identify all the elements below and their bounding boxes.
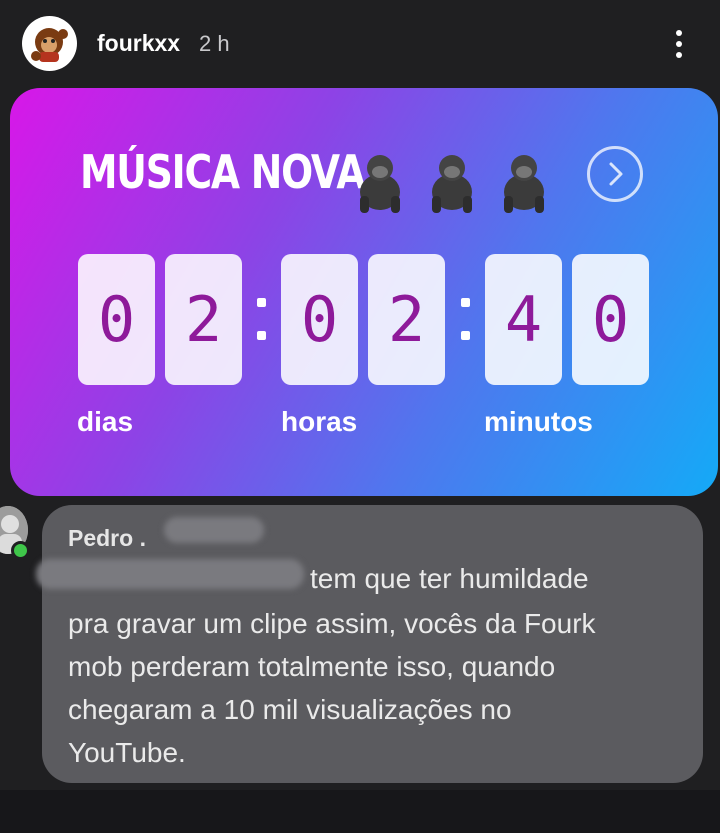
comment-text-line: tem que ter humildade <box>310 563 589 594</box>
colon-separator <box>461 298 471 344</box>
comment-text-line: chegaram a 10 mil visualizações no <box>68 694 512 725</box>
gorilla-emoji-icon <box>504 155 544 213</box>
comment-text-line: YouTube. <box>68 737 186 768</box>
profile-avatar[interactable] <box>22 16 77 71</box>
comment-author: Pedro . <box>68 525 146 551</box>
redacted-blur <box>36 559 304 589</box>
story-header: fourkxx 2 h <box>0 0 720 88</box>
countdown-digit: 4 <box>485 254 562 385</box>
chevron-right-icon[interactable] <box>587 146 643 202</box>
online-status-dot <box>11 541 30 560</box>
more-options-icon[interactable] <box>664 26 694 62</box>
redacted-blur <box>164 517 264 543</box>
comment-bubble[interactable]: Pedro . tem que ter humildade pra gravar… <box>36 505 703 783</box>
countdown-digit: 2 <box>368 254 445 385</box>
username[interactable]: fourkxx <box>97 30 180 57</box>
unit-label-minutes: minutos <box>484 406 593 437</box>
countdown-digit: 0 <box>572 254 649 385</box>
countdown-sticker[interactable]: MÚSICA NOVA 0 2 0 2 4 0 dias horas minut <box>10 88 718 496</box>
comment-text-line: mob perderam totalmente isso, quando <box>68 651 556 682</box>
post-time: 2 h <box>199 31 230 56</box>
countdown-digit: 0 <box>281 254 358 385</box>
comment-text: pra gravar um clipe assim, vocês da Four… <box>68 602 698 774</box>
gorilla-emoji-icon <box>360 155 400 213</box>
unit-label-days: dias <box>77 406 134 437</box>
gorilla-emoji-icon <box>432 155 472 213</box>
unit-label-hours: horas <box>281 406 358 437</box>
bottom-bar <box>0 790 720 833</box>
countdown-digit: 0 <box>78 254 155 385</box>
countdown-title: MÚSICA NOVA <box>80 145 366 199</box>
comment-text-line: pra gravar um clipe assim, vocês da Four… <box>68 608 596 639</box>
countdown-digit: 2 <box>165 254 242 385</box>
colon-separator <box>257 298 267 344</box>
